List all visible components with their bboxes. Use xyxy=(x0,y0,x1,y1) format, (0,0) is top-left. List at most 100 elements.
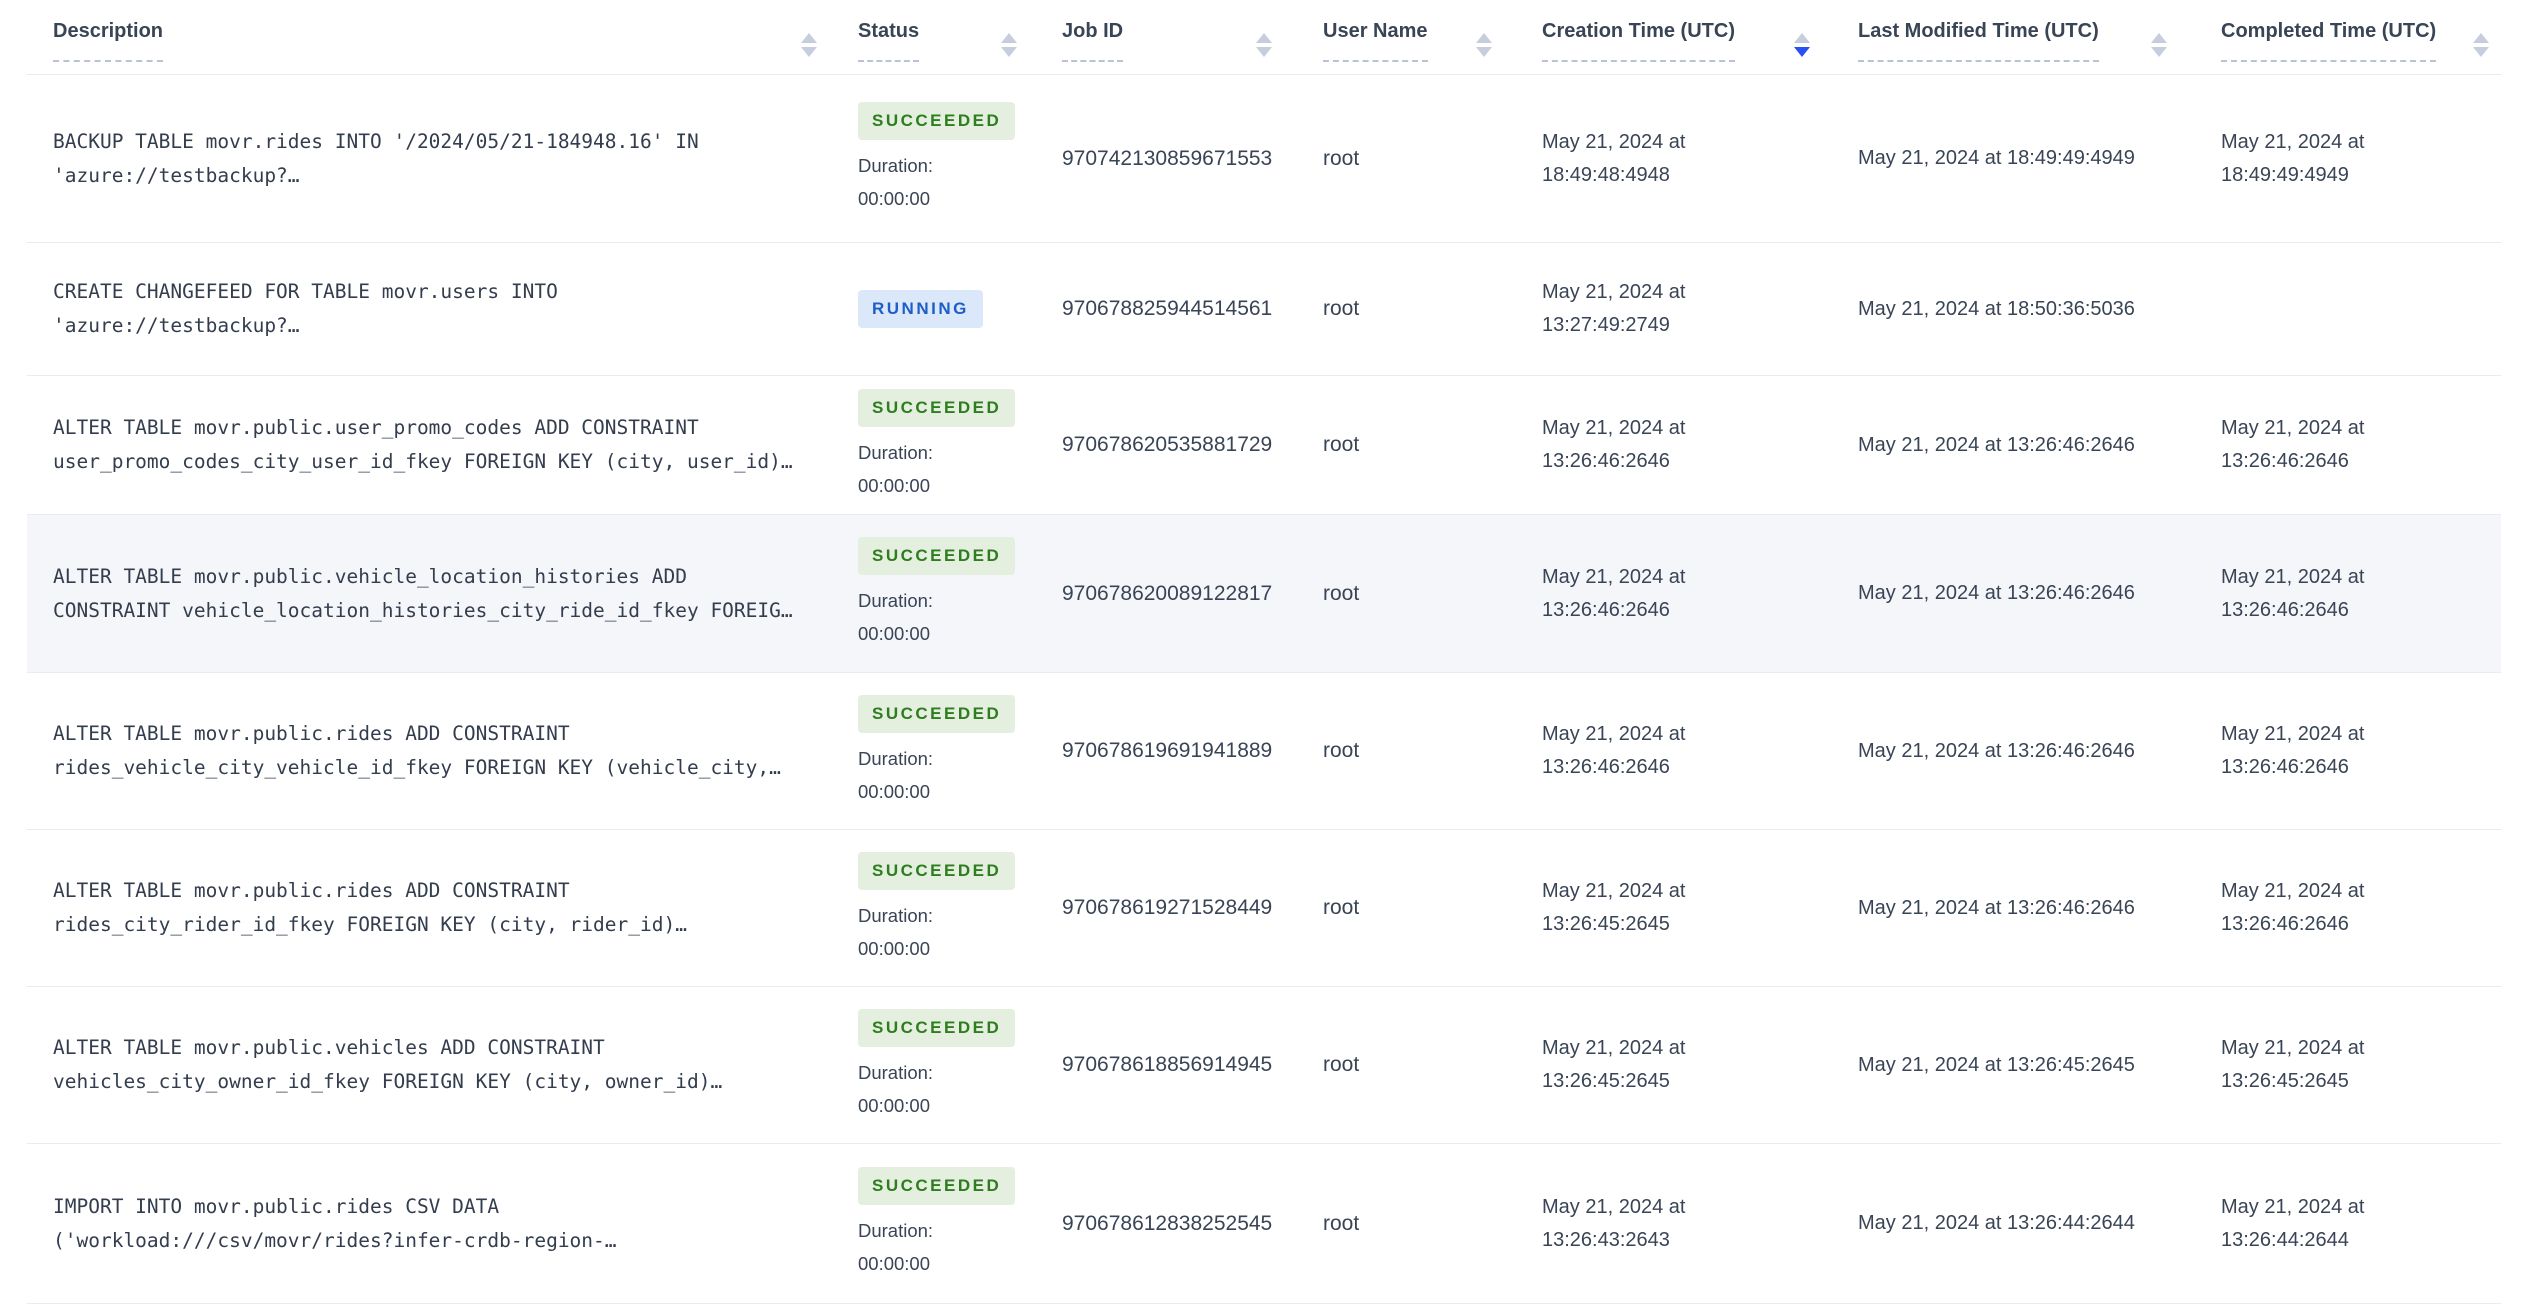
job-description-link[interactable]: ALTER TABLE movr.public.vehicles ADD CON… xyxy=(53,1031,845,1099)
description-line: ALTER TABLE movr.public.vehicle_location… xyxy=(53,564,687,588)
job-id-cell: 970678620535881729 xyxy=(1045,433,1300,457)
duration-label: Duration: xyxy=(858,747,934,769)
creation-time-clock: 18:49:48:4948 xyxy=(1542,163,1670,186)
duration: Duration: 00:00:00 xyxy=(858,436,1045,502)
job-description-link[interactable]: ALTER TABLE movr.public.rides ADD CONSTR… xyxy=(53,717,845,785)
table-body: BACKUP TABLE movr.rides INTO '/2024/05/2… xyxy=(27,75,2501,1304)
description-line: rides_vehicle_city_vehicle_id_fkey FOREI… xyxy=(53,756,781,779)
sort-icon[interactable] xyxy=(2151,33,2167,57)
sort-down-arrow-icon xyxy=(801,47,817,57)
sort-icon[interactable] xyxy=(1794,33,1810,57)
column-header-label: Job ID xyxy=(1062,18,1124,62)
job-description-link[interactable]: ALTER TABLE movr.public.user_promo_codes… xyxy=(53,411,845,479)
job-id-value: 970678612838252545 xyxy=(1062,1211,1273,1235)
description-line: IMPORT INTO movr.public.rides CSV DATA xyxy=(53,1194,500,1218)
status-cell: SUCCEEDED Duration: 00:00:00 xyxy=(845,537,1045,650)
creation-time-value: May 21, 2024 at 13:26:45:2645 xyxy=(1542,1032,1838,1098)
creation-time-cell: May 21, 2024 at 13:26:43:2643 xyxy=(1520,1191,1838,1257)
column-header[interactable]: Description xyxy=(27,0,845,62)
column-header[interactable]: Completed Time (UTC) xyxy=(2195,0,2501,62)
status-badge: SUCCEEDED xyxy=(858,694,1016,733)
sort-up-arrow-icon xyxy=(2151,33,2167,43)
table-row[interactable]: BACKUP TABLE movr.rides INTO '/2024/05/2… xyxy=(27,75,2501,243)
creation-time-clock: 13:26:45:2645 xyxy=(1542,1070,1670,1092)
sort-icon[interactable] xyxy=(801,33,817,57)
job-id-cell: 970678612838252545 xyxy=(1045,1212,1300,1236)
column-header[interactable]: Last Modified Time (UTC) xyxy=(1838,0,2195,62)
user-name-cell: root xyxy=(1300,147,1520,171)
status-cell: RUNNING xyxy=(845,290,1045,328)
table-row[interactable]: IMPORT INTO movr.public.rides CSV DATA (… xyxy=(27,1144,2501,1304)
description-line: ALTER TABLE movr.public.vehicles ADD CON… xyxy=(53,1036,605,1059)
job-description-link[interactable]: ALTER TABLE movr.public.rides ADD CONSTR… xyxy=(53,874,845,942)
column-header[interactable]: Job ID xyxy=(1045,0,1300,62)
job-description-link[interactable]: CREATE CHANGEFEED FOR TABLE movr.users I… xyxy=(53,275,845,343)
user-name-value: root xyxy=(1323,739,1360,762)
description-line: user_promo_codes_city_user_id_fkey FOREI… xyxy=(53,450,793,473)
description-cell: IMPORT INTO movr.public.rides CSV DATA (… xyxy=(27,1190,845,1258)
sort-icon[interactable] xyxy=(1256,33,1272,57)
table-row[interactable]: ALTER TABLE movr.public.vehicle_location… xyxy=(27,515,2501,673)
column-header-label: User Name xyxy=(1323,18,1428,62)
sort-down-arrow-icon xyxy=(1794,47,1810,57)
user-name-cell: root xyxy=(1300,297,1520,321)
creation-time-clock: 13:26:46:2646 xyxy=(1542,756,1670,778)
creation-time-date: May 21, 2024 at xyxy=(1542,417,1686,439)
duration: Duration: 00:00:00 xyxy=(858,1056,1045,1122)
last-modified-time-cell: May 21, 2024 at 18:49:49:4949 xyxy=(1838,142,2195,175)
description-cell: CREATE CHANGEFEED FOR TABLE movr.users I… xyxy=(27,275,845,343)
job-description-link[interactable]: BACKUP TABLE movr.rides INTO '/2024/05/2… xyxy=(53,125,845,193)
status-cell: SUCCEEDED Duration: 00:00:00 xyxy=(845,694,1045,808)
description-line: ALTER TABLE movr.public.rides ADD CONSTR… xyxy=(53,722,570,745)
completed-time-clock: 13:26:46:2646 xyxy=(2221,450,2349,472)
job-description-link[interactable]: IMPORT INTO movr.public.rides CSV DATA (… xyxy=(53,1190,845,1258)
table-row[interactable]: ALTER TABLE movr.public.user_promo_codes… xyxy=(27,376,2501,515)
duration: Duration: 00:00:00 xyxy=(858,584,1045,650)
sort-down-arrow-icon xyxy=(1256,47,1272,57)
last-modified-time-cell: May 21, 2024 at 13:26:45:2645 xyxy=(1838,1049,2195,1082)
table-row[interactable]: ALTER TABLE movr.public.rides ADD CONSTR… xyxy=(27,830,2501,987)
completed-time-clock: 13:26:45:2645 xyxy=(2221,1070,2349,1092)
description-line: rides_city_rider_id_fkey FOREIGN KEY (ci… xyxy=(53,913,687,936)
sort-up-arrow-icon xyxy=(1794,33,1810,43)
creation-time-value: May 21, 2024 at 13:26:45:2645 xyxy=(1542,875,1838,941)
description-line: CONSTRAINT vehicle_location_histories_ci… xyxy=(53,598,793,622)
completed-time-date: May 21, 2024 at xyxy=(2221,723,2365,745)
creation-time-date: May 21, 2024 at xyxy=(1542,880,1686,902)
user-name-value: root xyxy=(1323,433,1360,456)
user-name-value: root xyxy=(1323,1053,1360,1076)
sort-icon[interactable] xyxy=(1476,33,1492,57)
completed-time-clock: 13:26:46:2646 xyxy=(2221,913,2349,935)
sort-icon[interactable] xyxy=(2473,33,2489,57)
completed-time-date: May 21, 2024 at xyxy=(2221,1195,2365,1218)
job-description-link[interactable]: ALTER TABLE movr.public.vehicle_location… xyxy=(53,560,845,628)
sort-icon[interactable] xyxy=(1001,33,1017,57)
duration-value: 00:00:00 xyxy=(858,1094,931,1116)
table-row[interactable]: CREATE CHANGEFEED FOR TABLE movr.users I… xyxy=(27,243,2501,376)
job-id-cell: 970678620089122817 xyxy=(1045,582,1300,606)
column-header-label: Status xyxy=(858,18,920,62)
creation-time-value: May 21, 2024 at 13:26:46:2646 xyxy=(1542,561,1838,627)
duration: Duration: 00:00:00 xyxy=(858,1214,1045,1280)
duration-label: Duration: xyxy=(858,1220,934,1241)
sort-up-arrow-icon xyxy=(1256,33,1272,43)
completed-time-cell: May 21, 2024 at 13:26:46:2646 xyxy=(2195,875,2501,941)
creation-time-date: May 21, 2024 at xyxy=(1542,1195,1686,1218)
completed-time-clock: 13:26:46:2646 xyxy=(2221,598,2349,621)
table-row[interactable]: ALTER TABLE movr.public.vehicles ADD CON… xyxy=(27,987,2501,1144)
column-header[interactable]: Creation Time (UTC) xyxy=(1520,0,1838,62)
user-name-value: root xyxy=(1323,146,1360,170)
description-line: ALTER TABLE movr.public.rides ADD CONSTR… xyxy=(53,879,570,902)
job-id-value: 970678620089122817 xyxy=(1062,581,1273,605)
completed-time-clock: 13:26:46:2646 xyxy=(2221,756,2349,778)
sort-up-arrow-icon xyxy=(801,33,817,43)
column-header[interactable]: Status xyxy=(845,0,1045,62)
duration: Duration: 00:00:00 xyxy=(858,149,1045,215)
creation-time-date: May 21, 2024 at xyxy=(1542,1037,1686,1059)
duration-label: Duration: xyxy=(858,1061,934,1083)
column-header[interactable]: User Name xyxy=(1300,0,1520,62)
creation-time-value: May 21, 2024 at 13:26:46:2646 xyxy=(1542,412,1838,478)
last-modified-time-cell: May 21, 2024 at 13:26:44:2644 xyxy=(1838,1207,2195,1240)
table-row[interactable]: ALTER TABLE movr.public.rides ADD CONSTR… xyxy=(27,673,2501,830)
last-modified-time-cell: May 21, 2024 at 13:26:46:2646 xyxy=(1838,892,2195,925)
